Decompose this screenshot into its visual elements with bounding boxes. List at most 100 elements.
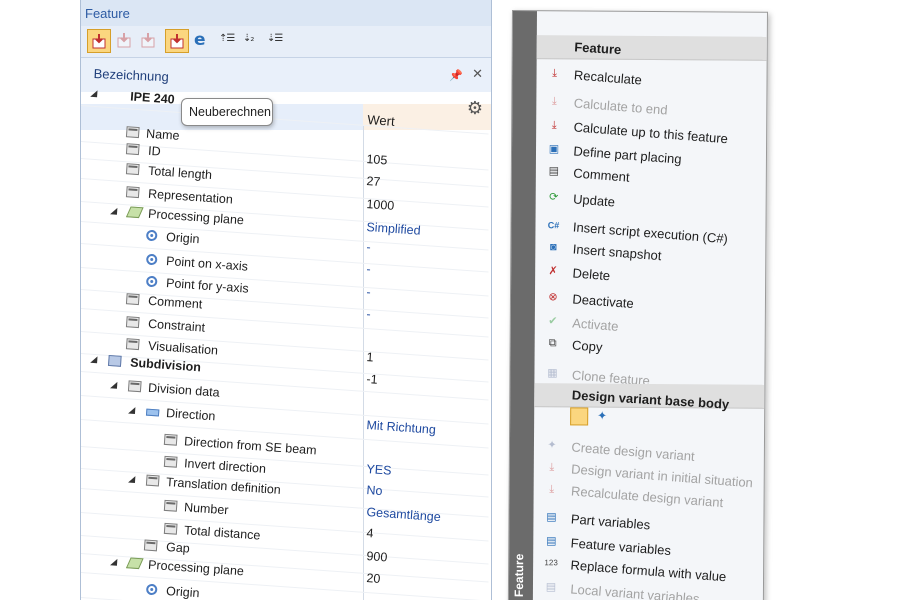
menu-item-replace-formula[interactable]: 123 Replace formula with value bbox=[533, 553, 763, 584]
variant-settings-button[interactable]: ✦ bbox=[594, 408, 612, 426]
value-cell[interactable]: 27 bbox=[366, 174, 381, 189]
local-variables-icon: ▤ bbox=[545, 581, 557, 594]
menu-item-define-part-placing[interactable]: ▣ Define part placing bbox=[536, 139, 766, 166]
row-label: Total length bbox=[147, 163, 213, 183]
collapse-icon[interactable]: ◢ bbox=[110, 205, 118, 216]
menu-item-label: Part variables bbox=[570, 511, 651, 533]
menu-item-deactivate[interactable]: ⊗ Deactivate bbox=[535, 287, 765, 311]
calculate-up-to-icon: ⤓ bbox=[551, 119, 557, 132]
value-cell[interactable]: YES bbox=[366, 462, 392, 478]
menu-item-part-variables[interactable]: ▤ Part variables bbox=[533, 507, 763, 533]
row-label: Direction bbox=[165, 405, 216, 424]
camera-icon: ◙ bbox=[549, 241, 557, 254]
recalculate-icon: ⤓ bbox=[552, 67, 558, 80]
attribute-icon bbox=[127, 380, 142, 393]
menu-item-activate[interactable]: ✔ Activate bbox=[535, 311, 765, 335]
row-label: Gap bbox=[165, 539, 191, 556]
value-cell[interactable]: 900 bbox=[366, 549, 388, 564]
menu-item-variant-initial[interactable]: ⤓ Design variant in initial situation bbox=[534, 457, 764, 490]
menu-item-update[interactable]: ⟳ Update bbox=[536, 187, 766, 211]
clone-icon: ▦ bbox=[547, 367, 558, 380]
menu-item-calculate-to-end[interactable]: ⤓ Calculate to end bbox=[536, 91, 766, 117]
row-label: Representation bbox=[147, 186, 234, 207]
menu-item-copy[interactable]: ⧉ Copy bbox=[535, 333, 765, 357]
value-cell[interactable]: 105 bbox=[366, 152, 388, 167]
subdivision-icon bbox=[107, 354, 122, 367]
value-cell[interactable]: 1000 bbox=[366, 197, 395, 213]
value-cell[interactable]: 20 bbox=[366, 571, 381, 586]
recalculate-variant-icon: ⤓ bbox=[549, 483, 555, 496]
delete-icon: ✗ bbox=[548, 265, 558, 278]
menu-item-insert-snapshot[interactable]: ◙ Insert snapshot bbox=[535, 237, 765, 263]
row-label: ID bbox=[147, 143, 162, 159]
deactivate-icon: ⊗ bbox=[548, 291, 558, 304]
variant-toggle-button[interactable] bbox=[570, 407, 589, 426]
row-label: Point on x-axis bbox=[165, 253, 249, 274]
row-label: Origin bbox=[165, 229, 200, 247]
row-label: Subdivision bbox=[129, 355, 202, 375]
attribute-icon bbox=[163, 455, 178, 468]
recalculate-tooltip: Neuberechnen bbox=[181, 98, 273, 126]
menu-item-recalculate-variant[interactable]: ⤓ Recalculate design variant bbox=[534, 479, 764, 510]
feature-variables-icon: ▤ bbox=[546, 535, 557, 548]
row-label: Division data bbox=[147, 380, 221, 400]
collapse-icon[interactable]: ◢ bbox=[128, 404, 136, 415]
variant-star-icon: ✦ bbox=[597, 408, 608, 423]
menu-section-header: Design variant base body bbox=[534, 383, 765, 412]
menu-section-header: Feature bbox=[536, 35, 767, 61]
menu-item-label: Deactivate bbox=[571, 291, 635, 312]
menu-item-delete[interactable]: ✗ Delete bbox=[535, 261, 765, 285]
menu-item-label: Copy bbox=[571, 337, 603, 355]
menu-item-label: Update bbox=[572, 191, 616, 210]
section-title: Feature bbox=[573, 39, 622, 58]
menu-item-label: Comment bbox=[572, 165, 631, 185]
csharp-script-icon: C# bbox=[547, 220, 560, 231]
attribute-icon bbox=[163, 433, 178, 446]
calculate-to-end-icon: ⤓ bbox=[551, 95, 557, 108]
menu-item-create-design-variant[interactable]: ✦ Create design variant bbox=[534, 435, 764, 464]
value-cell[interactable]: 1 bbox=[366, 350, 374, 364]
value-cell[interactable]: 4 bbox=[366, 526, 374, 540]
menu-item-comment[interactable]: ▤ Comment bbox=[536, 161, 766, 185]
collapse-icon[interactable]: ◢ bbox=[128, 473, 136, 484]
feature-panel: Feature e ⇡☰ ⇣₂ ⇣☰ Bezeichnung 📌 ✕ Wert … bbox=[80, 0, 492, 600]
row-label: Processing plane bbox=[147, 206, 245, 228]
variant-initial-icon: ⤓ bbox=[549, 461, 555, 474]
row-label: Point for y-axis bbox=[165, 275, 250, 296]
row-label: Number bbox=[183, 500, 229, 518]
row-label: Origin bbox=[165, 583, 200, 600]
collapse-icon[interactable]: ◢ bbox=[90, 354, 98, 365]
attribute-icon bbox=[145, 474, 160, 487]
collapse-icon[interactable]: ◢ bbox=[110, 556, 118, 567]
menu-body: Feature ⤓ Recalculate ⤓ Calculate to end ⤓… bbox=[533, 11, 767, 600]
menu-item-label: Activate bbox=[571, 315, 619, 334]
menu-item-recalculate[interactable]: ⤓ Recalculate bbox=[536, 63, 766, 87]
value-cell[interactable]: No bbox=[366, 483, 383, 498]
menu-item-label: Local variant variables bbox=[569, 581, 700, 600]
attribute-icon bbox=[125, 143, 140, 156]
row-label: Processing plane bbox=[147, 557, 245, 579]
point-icon bbox=[145, 583, 158, 596]
menu-item-calculate-up-to[interactable]: ⤓ Calculate up to this feature bbox=[536, 115, 766, 146]
collapse-icon[interactable]: ◢ bbox=[90, 88, 98, 99]
menu-item-local-variables[interactable]: ▤ Local variant variables bbox=[533, 577, 763, 600]
attribute-icon bbox=[125, 293, 140, 306]
attribute-icon bbox=[143, 539, 158, 552]
context-menu: Feature Feature ⤓ Recalculate ⤓ Calculate … bbox=[507, 10, 768, 600]
collapse-icon[interactable]: ◢ bbox=[110, 379, 118, 390]
menu-item-feature-variables[interactable]: ▤ Feature variables bbox=[533, 531, 763, 558]
create-variant-icon: ✦ bbox=[547, 439, 557, 452]
menu-item-label: Delete bbox=[572, 265, 611, 284]
row-label: IPE 240 bbox=[129, 89, 176, 107]
value-cell[interactable]: -1 bbox=[366, 372, 378, 387]
menu-item-label: Recalculate bbox=[573, 67, 643, 88]
point-icon bbox=[145, 253, 158, 266]
copy-icon: ⧉ bbox=[548, 337, 557, 350]
attribute-icon bbox=[125, 126, 140, 139]
row-label: Name bbox=[145, 126, 180, 143]
attribute-icon bbox=[125, 186, 140, 199]
menu-strip-label: Feature bbox=[511, 553, 527, 598]
replace-formula-icon: 123 bbox=[544, 558, 558, 568]
update-icon: ⟳ bbox=[549, 191, 559, 204]
menu-item-insert-script[interactable]: C# Insert script execution (C#) bbox=[535, 215, 765, 246]
